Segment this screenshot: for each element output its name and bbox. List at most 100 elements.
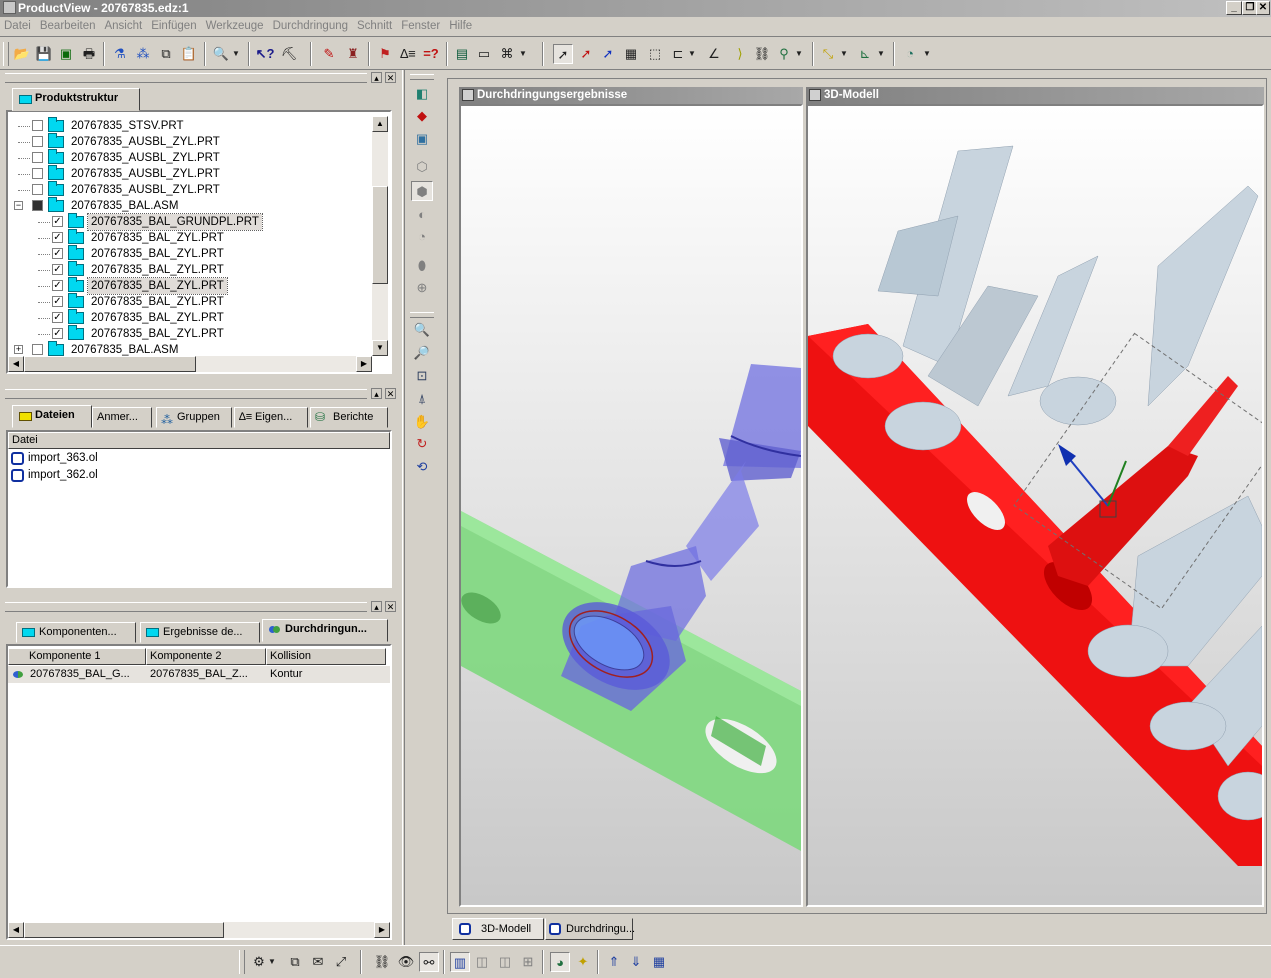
hierarchy-icon[interactable]: ⁂ bbox=[133, 44, 153, 64]
column-header-komponente-2[interactable]: Komponente 2 bbox=[146, 648, 266, 665]
dropdown-arrow-icon[interactable]: ▼ bbox=[793, 44, 805, 64]
panel-grip[interactable] bbox=[5, 73, 367, 83]
menu-durchdringung[interactable]: Durchdringung bbox=[269, 17, 353, 32]
box-select-icon[interactable]: ⬚ bbox=[645, 44, 665, 64]
link-icon[interactable]: ⛓ bbox=[372, 952, 392, 972]
panel-restore-button[interactable]: ▴ bbox=[371, 601, 382, 612]
scroll-down-button[interactable]: ▼ bbox=[372, 340, 388, 356]
tree-item[interactable]: ✓ 20767835_BAL_ZYL.PRT bbox=[8, 229, 370, 246]
select-add-icon[interactable]: ➚ bbox=[576, 44, 596, 64]
view-front-icon[interactable]: ◧ bbox=[411, 84, 433, 104]
dropdown-arrow-icon[interactable]: ▼ bbox=[838, 44, 850, 64]
spin-icon[interactable]: ⟲ bbox=[411, 457, 433, 477]
tree-checkbox[interactable] bbox=[32, 120, 43, 131]
tree-checkbox[interactable] bbox=[32, 184, 43, 195]
whats-this-icon[interactable]: ⛏ bbox=[279, 44, 299, 64]
render-icon[interactable]: ◔ bbox=[900, 44, 920, 64]
export-icon[interactable]: ⤢ bbox=[331, 952, 351, 972]
tree-checkbox[interactable] bbox=[32, 168, 43, 179]
select-remove-icon[interactable]: ➚ bbox=[598, 44, 618, 64]
view-fit-icon[interactable]: ▣ bbox=[411, 129, 433, 149]
scroll-right-button[interactable]: ▶ bbox=[356, 356, 372, 372]
tree-item[interactable]: − 20767835_BAL.ASM bbox=[8, 197, 370, 214]
list-item[interactable]: import_362.ol bbox=[10, 467, 380, 484]
tree-item[interactable]: 20767835_AUSBL_ZYL.PRT bbox=[8, 181, 370, 198]
product-tree[interactable]: 20767835_STSV.PRT 20767835_AUSBL_ZYL.PRT 2… bbox=[6, 110, 392, 374]
tree-checkbox[interactable] bbox=[32, 136, 43, 147]
tab-gruppen[interactable]: ⁂ Gruppen bbox=[156, 407, 232, 428]
tree-hscrollbar[interactable]: ◀ ▶ bbox=[8, 356, 372, 372]
tree-item[interactable]: ✓ 20767835_BAL_GRUNDPL.PRT bbox=[8, 213, 370, 231]
context-help-icon[interactable]: ↖? bbox=[255, 44, 275, 64]
scroll-up-button[interactable]: ▲ bbox=[372, 116, 388, 132]
scroll-right-button[interactable]: ▶ bbox=[374, 922, 390, 938]
menu-einfuegen[interactable]: Einfügen bbox=[147, 17, 201, 32]
dropdown-arrow-icon[interactable]: ▼ bbox=[875, 44, 887, 64]
tab-anmerkungen[interactable]: Anmer... bbox=[92, 407, 152, 428]
toolbar-grip[interactable] bbox=[3, 42, 9, 66]
tree-checkbox[interactable]: ✓ bbox=[52, 248, 63, 259]
collapse-icon[interactable]: − bbox=[14, 201, 23, 210]
dropdown-arrow-icon[interactable]: ▼ bbox=[266, 952, 278, 972]
zoom-fit-icon[interactable]: ⊡ bbox=[411, 366, 433, 386]
markup-pen-icon[interactable]: ✎ bbox=[319, 44, 339, 64]
arc-icon[interactable]: ⟩ bbox=[730, 44, 750, 64]
panel-close-button[interactable]: ✕ bbox=[385, 72, 396, 83]
tab-produktstruktur[interactable]: Produktstruktur bbox=[12, 88, 140, 111]
select-icon[interactable]: ➚ bbox=[553, 44, 573, 64]
tree-checkbox[interactable]: ✓ bbox=[52, 328, 63, 339]
scroll-thumb[interactable] bbox=[24, 356, 196, 372]
menu-schnitt[interactable]: Schnitt bbox=[353, 17, 397, 32]
table-hscrollbar[interactable]: ◀ ▶ bbox=[8, 922, 390, 938]
column-header-komponente-1[interactable]: Komponente 1 bbox=[8, 648, 146, 665]
scroll-thumb[interactable] bbox=[372, 186, 388, 284]
menu-bearbeiten[interactable]: Bearbeiten bbox=[36, 17, 101, 32]
menu-fenster[interactable]: Fenster bbox=[397, 17, 445, 32]
pin-icon[interactable]: ⚲ bbox=[774, 44, 794, 64]
layers-icon[interactable]: ⧉ bbox=[285, 952, 305, 972]
rotate-icon[interactable]: ↻ bbox=[411, 434, 433, 454]
view-explode-icon[interactable]: ⊕ bbox=[411, 278, 433, 298]
viewport-tab-3d-modell[interactable]: 3D-Modell bbox=[452, 918, 544, 940]
tree-item[interactable]: ✓ 20767835_BAL_ZYL.PRT bbox=[8, 277, 370, 295]
list-item[interactable]: import_363.ol bbox=[10, 450, 380, 467]
dropdown-arrow-icon[interactable]: ▼ bbox=[686, 44, 698, 64]
zoom-icon[interactable]: 🔍 bbox=[411, 320, 433, 340]
bounds-icon[interactable]: ⊏ bbox=[668, 44, 688, 64]
scroll-left-button[interactable]: ◀ bbox=[8, 356, 24, 372]
viewport-title-durchdringung[interactable]: Durchdringungsergebnisse bbox=[459, 87, 803, 104]
tree-item[interactable]: ✓ 20767835_BAL_ZYL.PRT bbox=[8, 245, 370, 262]
tab-komponenten[interactable]: Komponenten... bbox=[16, 622, 136, 643]
tree-checkbox[interactable]: ✓ bbox=[52, 264, 63, 275]
vtoolbar-grip[interactable] bbox=[410, 312, 434, 318]
snap-icon[interactable]: ⛓ bbox=[752, 44, 772, 64]
toolbar-grip[interactable] bbox=[239, 950, 245, 974]
interference-icon[interactable]: ∆≡ bbox=[398, 44, 418, 64]
view-color-icon[interactable]: ◆ bbox=[411, 106, 433, 126]
panel-grip[interactable] bbox=[5, 389, 367, 399]
panel-close-button[interactable]: ✕ bbox=[385, 601, 396, 612]
tree-item[interactable]: 20767835_AUSBL_ZYL.PRT bbox=[8, 133, 370, 150]
view-icon[interactable]: ▤ bbox=[452, 44, 472, 64]
arrow-down-icon[interactable]: ⇓ bbox=[626, 952, 646, 972]
stamp-icon[interactable]: ♜ bbox=[343, 44, 363, 64]
tree-checkbox[interactable] bbox=[32, 200, 43, 211]
file-list[interactable]: Datei import_363.ol import_362.ol bbox=[6, 430, 392, 588]
vtoolbar-grip[interactable] bbox=[410, 74, 434, 80]
open-icon[interactable]: 📂 bbox=[12, 44, 32, 64]
column-header-datei[interactable]: Datei bbox=[8, 432, 390, 449]
tree-item[interactable]: ✓ 20767835_BAL_ZYL.PRT bbox=[8, 325, 370, 342]
expand-icon[interactable]: + bbox=[14, 345, 23, 354]
dropdown-arrow-icon[interactable]: ▼ bbox=[921, 44, 933, 64]
panel-close-button[interactable]: ✕ bbox=[385, 388, 396, 399]
arrow-up-icon[interactable]: ⇑ bbox=[604, 952, 624, 972]
tree-item[interactable]: ✓ 20767835_BAL_ZYL.PRT bbox=[8, 293, 370, 310]
ruler-icon[interactable]: ▦ bbox=[621, 44, 641, 64]
view-silhouette-icon[interactable]: ⬮ bbox=[411, 256, 433, 276]
table-icon[interactable]: ▦ bbox=[649, 952, 669, 972]
viewport-3d-modell[interactable] bbox=[806, 104, 1264, 907]
save-all-icon[interactable]: ▣ bbox=[56, 44, 76, 64]
menu-datei[interactable]: Datei bbox=[0, 17, 36, 32]
tree-checkbox[interactable]: ✓ bbox=[52, 280, 63, 291]
view-wire-icon[interactable]: ⬢ bbox=[411, 181, 433, 201]
